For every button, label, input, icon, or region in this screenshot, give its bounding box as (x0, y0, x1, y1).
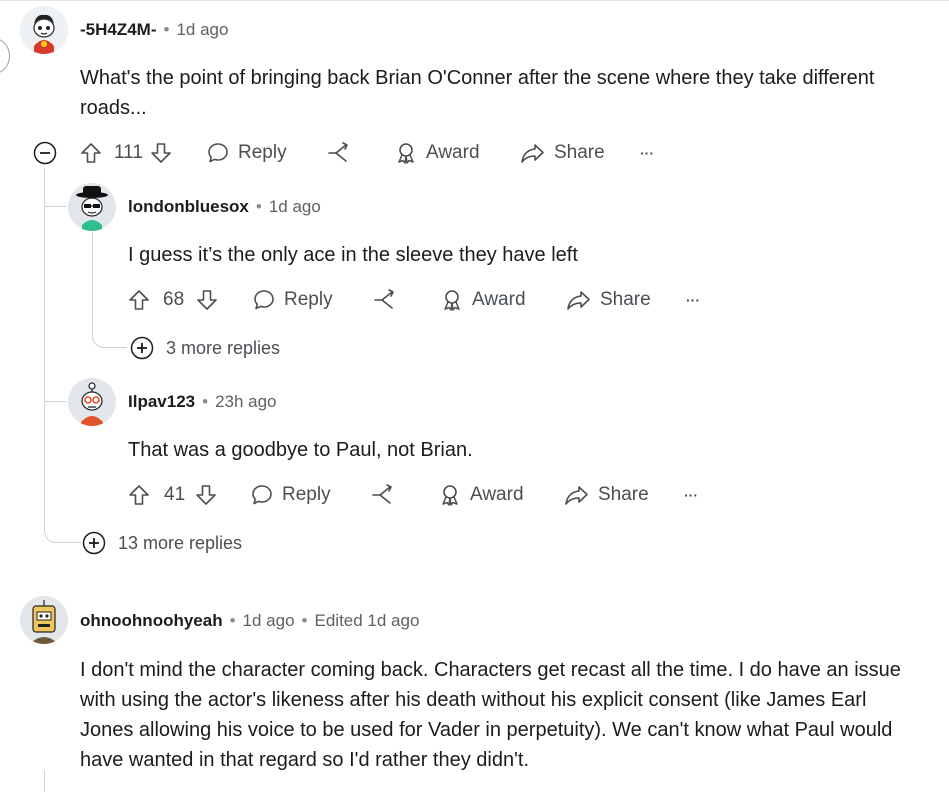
comment-actions: 111 Reply Award Share ··· (80, 138, 680, 168)
comment-meta: -5H4Z4M- • 1d ago (80, 20, 229, 40)
share-arrow-icon (567, 291, 590, 310)
more-options-button[interactable]: ··· (640, 138, 654, 168)
comment-actions: 68 Reply Award Share ··· (128, 285, 728, 315)
reply-button[interactable]: Reply (252, 285, 333, 315)
comment-body: That was a goodbye to Paul, not Brian. (128, 439, 473, 461)
upvote-icon (81, 143, 101, 163)
comment-body-line: with using the actor's likeness after hi… (80, 689, 867, 711)
vote-count: 68 (163, 289, 185, 310)
avatar-snoo-icon (20, 6, 68, 54)
avatar-snoo-icon (68, 378, 116, 426)
expand-icon (130, 336, 154, 360)
avatar-snoo-icon (20, 596, 68, 644)
downvote-button[interactable] (195, 480, 217, 510)
crosspost-button[interactable] (370, 480, 396, 510)
award-icon (442, 485, 458, 506)
edge-collapse-icon[interactable] (0, 38, 10, 74)
award-button[interactable]: Award (440, 285, 526, 315)
thread-branch-reply-2 (44, 400, 66, 402)
crosspost-button[interactable] (372, 285, 398, 315)
comment-body-line: I don't mind the character coming back. … (80, 659, 901, 681)
comment-meta: Ilpav123 • 23h ago (128, 392, 277, 412)
timestamp[interactable]: 23h ago (215, 392, 276, 412)
reply-button[interactable]: Reply (250, 480, 331, 510)
top-divider (0, 0, 949, 1)
timestamp[interactable]: 1d ago (176, 20, 228, 40)
thread-elbow-reply-1 (92, 310, 127, 348)
expand-icon (82, 531, 106, 555)
more-icon: ··· (640, 145, 654, 161)
downvote-icon (196, 485, 216, 505)
avatar[interactable] (68, 183, 116, 231)
avatar[interactable] (20, 596, 68, 644)
avatar[interactable] (20, 6, 68, 54)
edited-label: Edited 1d ago (314, 611, 420, 630)
upvote-button[interactable] (128, 285, 150, 315)
timestamp[interactable]: 1d ago (243, 611, 295, 631)
timestamp[interactable]: 1d ago (269, 197, 321, 217)
crosspost-button[interactable] (326, 138, 352, 168)
more-replies-button[interactable]: 3 more replies (130, 336, 280, 360)
author-name[interactable]: Ilpav123 (128, 392, 195, 412)
downvote-button[interactable] (196, 285, 218, 315)
downvote-icon (197, 290, 217, 310)
award-button[interactable]: Award (438, 480, 524, 510)
comment-body-line: Jones allowing his voice to be used for … (80, 719, 893, 741)
award-icon (444, 290, 460, 311)
reply-icon (208, 143, 228, 163)
share-arrow-icon (565, 486, 588, 505)
award-button[interactable]: Award (394, 138, 480, 168)
collapse-icon (33, 141, 57, 165)
comment-actions: 41 Reply Award Share ··· (128, 480, 728, 510)
more-options-button[interactable]: ··· (686, 285, 700, 315)
author-name[interactable]: -5H4Z4M- (80, 20, 157, 40)
more-options-button[interactable]: ··· (684, 480, 698, 510)
comment-meta: londonbluesox • 1d ago (128, 197, 321, 217)
share-button[interactable]: Share (566, 285, 651, 315)
comment-body: I guess it’s the only ace in the sleeve … (128, 244, 578, 266)
share-arrow-icon (521, 144, 544, 163)
thread-line-main (44, 168, 45, 520)
downvote-icon (151, 143, 171, 163)
vote-count: 111 (114, 142, 143, 163)
upvote-icon (129, 290, 149, 310)
upvote-button[interactable] (80, 138, 102, 168)
comment-body-line: have wanted in that regard so I'd rather… (80, 749, 530, 771)
comment-meta: ohnoohnoohyeah • 1d ago • Edited 1d ago (80, 611, 420, 631)
more-icon: ··· (686, 292, 700, 308)
author-name[interactable]: londonbluesox (128, 197, 249, 217)
share-icon (372, 484, 392, 504)
reply-icon (254, 290, 274, 310)
thread-elbow-main (44, 505, 81, 543)
reply-button[interactable]: Reply (206, 138, 287, 168)
more-icon: ··· (684, 487, 698, 503)
award-icon (398, 143, 414, 164)
author-name[interactable]: ohnoohnoohyeah (80, 611, 223, 631)
share-button[interactable]: Share (564, 480, 649, 510)
reply-icon (252, 485, 272, 505)
more-replies-button[interactable]: 13 more replies (82, 531, 242, 555)
avatar[interactable] (68, 378, 116, 426)
thread-branch-reply-1 (44, 205, 66, 207)
comment-body: I don't mind the character coming back. … (80, 655, 945, 775)
upvote-button[interactable] (128, 480, 150, 510)
downvote-button[interactable] (150, 138, 172, 168)
avatar-snoo-icon (68, 183, 116, 231)
share-icon (328, 142, 348, 162)
comment-body: What's the point of bringing back Brian … (80, 67, 875, 119)
share-icon (374, 289, 394, 309)
thread-line-second (44, 770, 45, 792)
upvote-icon (129, 485, 149, 505)
vote-count: 41 (164, 484, 186, 505)
share-button[interactable]: Share (520, 138, 605, 168)
collapse-thread-button[interactable] (33, 141, 57, 170)
